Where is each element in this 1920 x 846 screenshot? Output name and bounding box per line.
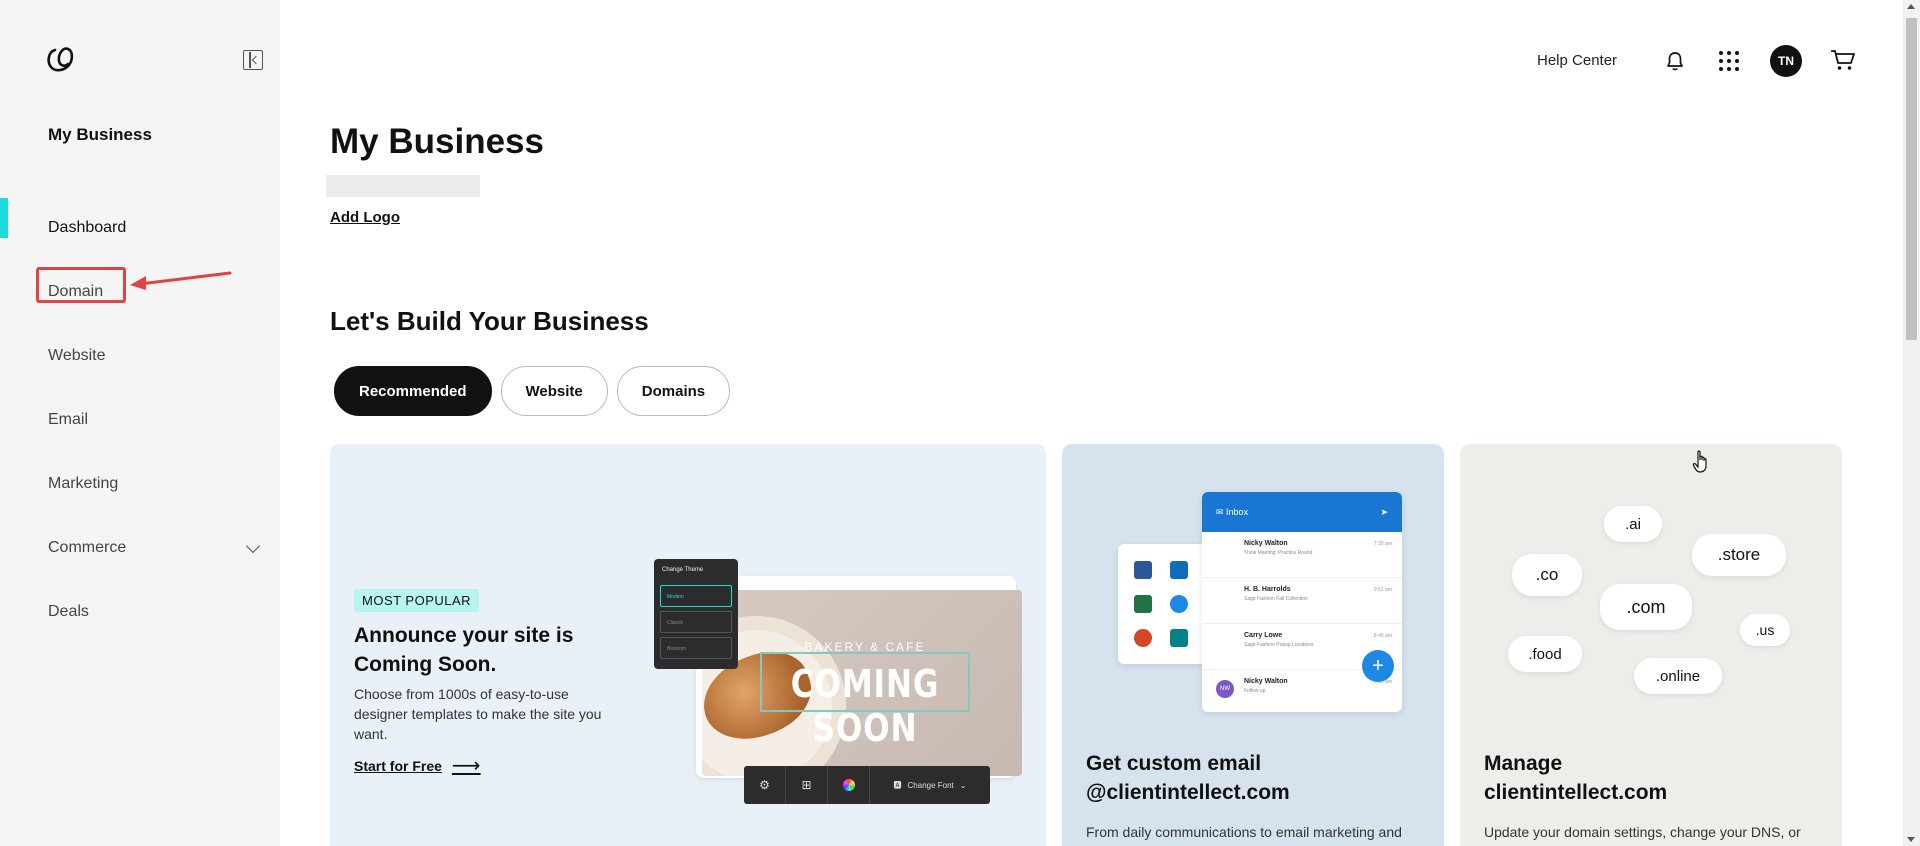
gear-icon: ⚙: [744, 766, 786, 804]
card-title: Announce your site is Coming Soon.: [354, 624, 574, 676]
tld-pill: .co: [1512, 554, 1582, 596]
outlook-icon: [1170, 561, 1188, 579]
section-title: Let's Build Your Business: [330, 306, 649, 336]
change-theme-panel: Change Theme Modern Classic Blossom: [654, 559, 738, 669]
tab-website[interactable]: Website: [500, 366, 608, 416]
bell-icon[interactable]: [1664, 50, 1686, 72]
scroll-thumb[interactable]: [1906, 18, 1917, 340]
word-icon: [1134, 561, 1152, 579]
mail-item: Nicky Walton Think Meeting: Practice Roun…: [1202, 532, 1402, 578]
hand-cursor-icon: [1692, 450, 1707, 473]
tab-domains[interactable]: Domains: [616, 366, 731, 416]
start-for-free-link[interactable]: Start for Free ⟶: [354, 755, 481, 777]
godaddy-logo-icon[interactable]: [46, 46, 76, 74]
arrow-right-icon: ⟶: [451, 755, 481, 777]
annotation-arrow-icon: [130, 271, 232, 290]
chevron-down-icon[interactable]: [245, 538, 261, 554]
mail-item: H. B. Harrolds Sage Fashion Fall Collecti…: [1202, 578, 1402, 624]
plus-icon: +: [1362, 650, 1394, 682]
tld-pill: .com: [1600, 584, 1692, 630]
tld-pill: .food: [1508, 636, 1582, 672]
change-font-label: Change Font: [907, 780, 954, 790]
sidebar-item-commerce[interactable]: Commerce: [0, 516, 280, 580]
inbox-header: ✉ Inbox ➤: [1202, 492, 1402, 532]
avatar[interactable]: TN: [1770, 45, 1802, 77]
powerpoint-icon: [1134, 629, 1152, 647]
sidebar-item-website[interactable]: Website: [0, 324, 280, 388]
sidebar-item-marketing[interactable]: Marketing: [0, 452, 280, 516]
bakery-text: BAKERY & CAFE: [804, 640, 926, 654]
card-title: Get custom email @clientintellect.com: [1086, 752, 1290, 804]
card-title: Manage clientintellect.com: [1484, 752, 1668, 804]
theme-option: Blossom: [660, 637, 732, 659]
most-popular-badge: MOST POPULAR: [354, 589, 480, 612]
sidebar-item-label: Commerce: [48, 539, 127, 556]
page-scrollbar[interactable]: [1903, 0, 1920, 846]
sidebar-title: My Business: [48, 125, 152, 144]
manage-domain-card[interactable]: .ai .store .co .com .us .food .online Ma…: [1460, 444, 1842, 846]
apps-grid-icon[interactable]: [1719, 51, 1739, 71]
sidebar-item-label: Website: [48, 347, 106, 364]
coming-soon-card[interactable]: MOST POPULAR Announce your site is Comin…: [330, 444, 1046, 846]
change-theme-title: Change Theme: [662, 567, 704, 573]
mail-avatar: NW: [1216, 680, 1234, 698]
annotation-highlight-box: [36, 267, 126, 303]
send-icon: ➤: [1380, 506, 1388, 517]
color-wheel-icon: [828, 766, 870, 804]
collapse-sidebar-icon[interactable]: [243, 50, 263, 70]
tab-recommended[interactable]: Recommended: [334, 366, 492, 416]
cart-icon[interactable]: [1830, 48, 1856, 72]
filter-tabs: Recommended Website Domains: [334, 366, 731, 416]
change-font-button: 🅰 Change Font ⌄: [870, 780, 990, 791]
template-preview-image: BAKERY & CAFE COMING SOON: [702, 590, 1022, 776]
card-description: From daily communications to email marke…: [1086, 824, 1402, 840]
sidebar-item-dashboard[interactable]: Dashboard: [0, 196, 280, 260]
inbox-title: ✉ Inbox: [1216, 506, 1249, 517]
help-center-link[interactable]: Help Center: [1537, 52, 1617, 69]
scroll-down-icon[interactable]: [1907, 837, 1915, 842]
tld-pill: .store: [1692, 534, 1786, 576]
sidebar-item-deals[interactable]: Deals: [0, 580, 280, 644]
font-icon: 🅰: [893, 780, 902, 790]
scroll-up-icon[interactable]: [1907, 4, 1915, 9]
chevron-down-icon: ⌄: [959, 780, 967, 790]
sidebar-item-label: Marketing: [48, 475, 119, 492]
theme-option: Classic: [660, 611, 732, 633]
sharepoint-icon: [1170, 629, 1188, 647]
tld-pill: .ai: [1604, 506, 1662, 542]
custom-email-card[interactable]: ⋯ ✉ Inbox ➤ Nicky WaltonThink Meeting: P…: [1062, 444, 1444, 846]
coming-soon-text: COMING SOON: [790, 662, 940, 750]
theme-option: Modern: [660, 585, 732, 607]
start-for-free-label: Start for Free: [354, 758, 442, 774]
logo-placeholder: [326, 175, 480, 197]
card-description: Update your domain settings, change your…: [1484, 824, 1801, 840]
sidebar-item-email[interactable]: Email: [0, 388, 280, 452]
add-logo-link[interactable]: Add Logo: [330, 209, 400, 226]
tld-pill: .us: [1740, 614, 1790, 646]
card-description: Choose from 1000s of easy-to-use designe…: [354, 686, 602, 742]
sidebar-item-label: Deals: [48, 603, 89, 620]
tld-pill: .online: [1634, 658, 1722, 694]
sidebar-item-label: Email: [48, 411, 89, 428]
page-title: My Business: [330, 122, 544, 161]
excel-icon: [1134, 595, 1152, 613]
editor-toolbar: ⚙ ⊞ 🅰 Change Font ⌄: [744, 766, 990, 804]
layout-icon: ⊞: [786, 766, 828, 804]
sidebar-nav: Dashboard Domain Website Email Marketing…: [0, 196, 280, 644]
sidebar: My Business Dashboard Domain Website Ema…: [0, 0, 280, 846]
onedrive-icon: [1170, 595, 1188, 613]
app-root: My Business Dashboard Domain Website Ema…: [0, 0, 1920, 846]
sidebar-item-label: Dashboard: [48, 219, 127, 236]
